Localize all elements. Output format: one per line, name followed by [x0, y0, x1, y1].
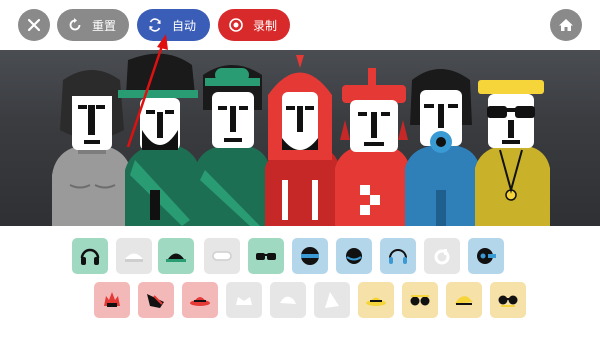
reset-label: 重置	[92, 18, 117, 33]
auto-button[interactable]: 自动	[137, 9, 210, 41]
refresh-icon	[69, 18, 81, 31]
home-button[interactable]	[550, 9, 582, 41]
cap-icon	[280, 296, 296, 304]
hair-icon	[147, 294, 164, 308]
sound-tray	[0, 226, 600, 338]
accessory-icon	[434, 249, 450, 265]
headphones-icon	[80, 248, 100, 265]
speaker-icon	[477, 248, 496, 264]
sound-hat-blue[interactable]	[336, 238, 372, 274]
character-red-hood[interactable]	[265, 55, 340, 226]
hair-icon	[104, 292, 120, 307]
cap-icon	[166, 253, 186, 262]
character-green-cap[interactable]	[118, 53, 200, 226]
sound-hat-yellow-2[interactable]	[446, 282, 482, 318]
sound-visor-blue[interactable]	[292, 238, 328, 274]
hat-icon	[346, 248, 362, 264]
sound-cap-green[interactable]	[158, 238, 194, 274]
glasses-icon	[410, 295, 430, 306]
goggles-icon	[212, 251, 232, 261]
close-button[interactable]	[18, 9, 50, 41]
fedora-icon	[190, 297, 210, 306]
sound-accessory-gray[interactable]	[424, 238, 460, 274]
home-icon	[559, 19, 573, 31]
character-yellow[interactable]	[475, 80, 550, 226]
record-button[interactable]: 录制	[218, 9, 290, 41]
sync-icon	[149, 18, 161, 32]
hat-icon	[455, 296, 473, 305]
sound-headphones-blue[interactable]	[380, 238, 416, 274]
glasses-icon	[256, 253, 276, 260]
close-icon	[27, 18, 41, 32]
sound-hood-gray[interactable]	[314, 282, 350, 318]
character-green-goggles[interactable]	[195, 65, 270, 226]
sound-hat-yellow[interactable]	[358, 282, 394, 318]
headphones-icon	[389, 249, 407, 264]
sound-cap-gray-2[interactable]	[270, 282, 306, 318]
sound-hair-red[interactable]	[94, 282, 130, 318]
sound-cap-gray[interactable]	[116, 238, 152, 274]
hat-icon	[366, 297, 386, 306]
auto-label: 自动	[172, 18, 197, 33]
sound-glasses-yellow[interactable]	[402, 282, 438, 318]
hood-icon	[325, 292, 339, 308]
character-blue[interactable]	[405, 69, 480, 226]
character-stage	[0, 50, 600, 226]
character-red-bandana[interactable]	[335, 68, 410, 226]
visor-icon	[301, 247, 319, 265]
sound-hair-red-2[interactable]	[138, 282, 174, 318]
sound-headphones-green[interactable]	[72, 238, 108, 274]
sound-fedora-red[interactable]	[182, 282, 218, 318]
crown-icon	[236, 297, 252, 305]
sound-crown-gray[interactable]	[226, 282, 262, 318]
record-icon	[229, 18, 243, 32]
sound-glasses-green[interactable]	[248, 238, 284, 274]
reset-button[interactable]: 重置	[57, 9, 129, 41]
characters-svg	[52, 53, 550, 226]
record-label: 录制	[253, 18, 278, 33]
cap-icon	[125, 253, 143, 262]
toolbar: 重置 自动 录制	[0, 0, 600, 50]
sound-goggles-gray[interactable]	[204, 238, 240, 274]
glasses-icon	[498, 295, 518, 307]
sound-speaker-blue[interactable]	[468, 238, 504, 274]
sound-glasses-yellow-2[interactable]	[490, 282, 526, 318]
